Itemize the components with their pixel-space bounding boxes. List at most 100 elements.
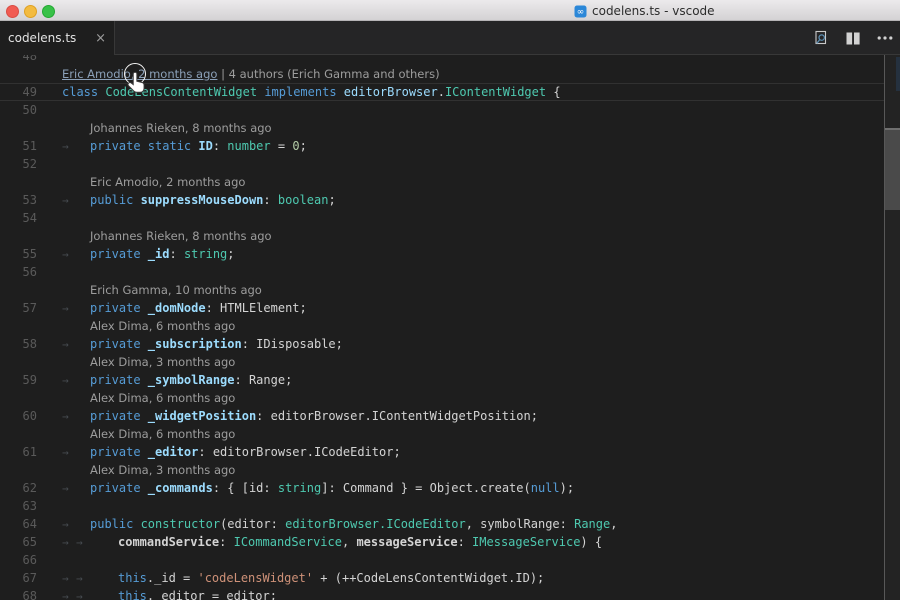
close-window-button[interactable] [6,5,19,18]
line-number[interactable]: 55 [0,245,37,263]
codelens-row[interactable]: Johannes Rieken, 8 months ago [0,119,884,137]
line-number[interactable]: 48 [0,55,37,65]
code-text: →private _editor: editorBrowser.ICodeEdi… [62,443,401,461]
codelens-label: Erich Gamma, 10 months ago [90,283,262,297]
line-number [0,281,37,299]
code-line[interactable]: 58→private _subscription: IDisposable; [0,335,884,353]
blame-codelens-link[interactable]: Eric Amodio, 2 months ago [62,67,217,81]
line-number[interactable]: 63 [0,497,37,515]
line-number[interactable]: 64 [0,515,37,533]
codelens-row[interactable]: Eric Amodio, 2 months ago [0,173,884,191]
line-number[interactable]: 54 [0,209,37,227]
code-line[interactable]: 56 [0,263,884,281]
code-line[interactable]: 49class CodeLensContentWidget implements… [0,83,884,101]
tab-whitespace-icon: → [76,570,90,588]
code-line[interactable]: 61 →private _editor: editorBrowser.ICodeE… [0,443,884,461]
window-title: codelens.ts - vscode [592,4,715,18]
line-number[interactable]: 68 [0,587,37,600]
line-number[interactable]: 66 [0,551,37,569]
code-line[interactable]: 65 →→commandService: ICommandService, mes… [0,533,884,551]
code-line[interactable]: 62→private _commands: { [id: string]: Co… [0,479,884,497]
codelens-row[interactable]: Erich Gamma, 10 months ago [0,281,884,299]
code-token: ; [300,139,307,153]
code-line[interactable]: 48 [0,55,884,65]
codelens-row[interactable]: Alex Dima, 6 months ago [0,317,884,335]
line-number[interactable]: 53 [0,191,37,209]
code-token: + (++CodeLensContentWidget.ID); [313,571,544,585]
code-token: editorBrowser.ICodeEditor [285,517,466,531]
codelens-row[interactable]: Eric Amodio, 2 months ago | 4 authors (E… [0,65,884,83]
search-file-icon [813,30,829,46]
line-number[interactable]: 62 [0,479,37,497]
codelens-row[interactable]: Johannes Rieken, 8 months ago [0,227,884,245]
code-line[interactable]: 51→private static ID: number = 0; [0,137,884,155]
line-number[interactable]: 57 [0,299,37,317]
code-token: : [169,247,183,261]
code-token: (editor: [220,517,285,531]
code-line[interactable]: 64→public constructor(editor: editorBrow… [0,515,884,533]
code-token: private [90,409,148,423]
tab-codelens-ts[interactable]: codelens.ts × [0,21,115,55]
scrollbar-track[interactable] [884,55,900,600]
codelens-text: Alex Dima, 6 months ago [62,425,235,443]
codelens-text: Alex Dima, 3 months ago [62,353,235,371]
code-token: { [546,85,560,99]
code-line[interactable]: 67→→this._id = 'codeLensWidget' + (++Cod… [0,569,884,587]
vscode-icon: ∞ [574,5,587,18]
code-line[interactable]: 57 →private _domNode: HTMLElement; [0,299,884,317]
editor-pane[interactable]: 48Eric Amodio, 2 months ago | 4 authors … [0,55,900,600]
code-token: public [90,193,141,207]
split-editor-icon [845,31,861,46]
tab-close-icon[interactable]: × [95,32,106,45]
code-token: : [458,535,472,549]
line-number[interactable]: 60 [0,407,37,425]
line-number[interactable]: 56 [0,263,37,281]
code-token: ; [328,193,335,207]
code-token: : editorBrowser.IContentWidgetPosition; [256,409,538,423]
code-token: ]: Command } = Object.create( [321,481,531,495]
code-line[interactable]: 54 [0,209,884,227]
code-token: _commands [148,481,213,495]
code-line[interactable]: 55 →private _id: string; [0,245,884,263]
codelens-text: Alex Dima, 6 months ago [62,389,235,407]
code-line[interactable]: 63 [0,497,884,515]
code-text: →private _id: string; [62,245,235,263]
line-number[interactable]: 59 [0,371,37,389]
overview-ruler-mark [896,57,900,91]
code-text: →private _domNode: HTMLElement; [62,299,307,317]
open-preview-button[interactable] [812,29,830,47]
line-number [0,227,37,245]
code-line[interactable]: 59→private _symbolRange: Range; [0,371,884,389]
code-line[interactable]: 68→→this._editor = editor; [0,587,884,600]
code-line[interactable]: 60→private _widgetPosition: editorBrowse… [0,407,884,425]
line-number[interactable]: 50 [0,101,37,119]
line-number[interactable]: 65 [0,533,37,551]
codelens-row[interactable]: Alex Dima, 3 months ago [0,461,884,479]
code-line[interactable]: 66 [0,551,884,569]
code-text: →→commandService: ICommandService, messa… [62,533,602,551]
codelens-label: Johannes Rieken, 8 months ago [90,121,272,135]
code-line[interactable]: 50 [0,101,884,119]
line-number[interactable]: 61 [0,443,37,461]
line-number[interactable]: 52 [0,155,37,173]
code-line[interactable]: 53→public suppressMouseDown: boolean; [0,191,884,209]
more-actions-button[interactable] [876,29,894,47]
line-number[interactable]: 49 [0,84,37,100]
tab-whitespace-icon: → [62,372,76,390]
tab-whitespace-icon: → [62,336,76,354]
scrollbar-thumb[interactable] [885,128,900,210]
line-number [0,425,37,443]
code-line[interactable]: 52 [0,155,884,173]
line-number[interactable]: 51 [0,137,37,155]
codelens-row[interactable]: Alex Dima, 6 months ago [0,425,884,443]
code-token: string [184,247,227,261]
code-token: _subscription [148,337,242,351]
zoom-window-button[interactable] [42,5,55,18]
codelens-row[interactable]: Alex Dima, 6 months ago [0,389,884,407]
minimize-window-button[interactable] [24,5,37,18]
line-number[interactable]: 67 [0,569,37,587]
tab-whitespace-icon: → [62,516,76,534]
codelens-row[interactable]: Alex Dima, 3 months ago [0,353,884,371]
line-number[interactable]: 58 [0,335,37,353]
split-editor-button[interactable] [844,29,862,47]
